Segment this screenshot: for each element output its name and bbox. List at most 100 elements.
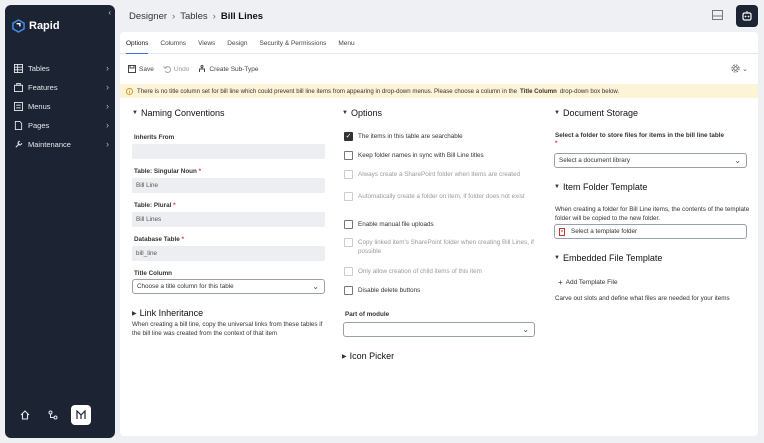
add-label: Add Template File — [565, 279, 618, 286]
tab-bar: Options Columns Views Design Security & … — [120, 32, 758, 54]
caret-right-icon: ▶ — [342, 353, 347, 360]
checkbox — [344, 267, 353, 276]
menu-icon — [14, 102, 23, 111]
sidebar-item-maintenance[interactable]: Maintenance › — [5, 135, 115, 154]
assistant-button[interactable] — [736, 5, 758, 27]
collapse-sidebar-icon[interactable]: ‹ — [108, 8, 111, 17]
sidebar-item-tables[interactable]: Tables › — [5, 59, 115, 78]
chevron-right-icon: › — [106, 82, 109, 92]
sidebar-item-label: Pages — [28, 121, 50, 130]
required-marker: * — [181, 236, 184, 243]
label-text: Table: Singular Noun — [134, 168, 197, 175]
undo-label: Undo — [173, 65, 190, 73]
warning-text: There is no title column set for bill li… — [137, 87, 518, 95]
title-column-select[interactable]: Choose a title column for this table ⌄ — [132, 279, 325, 294]
features-icon — [14, 83, 23, 92]
sidebar-item-label: Menus — [28, 102, 51, 111]
checkbox — [344, 170, 353, 179]
chevron-down-icon: ⌄ — [742, 65, 748, 73]
label-text: Database Table — [134, 236, 180, 243]
chevron-down-icon: ⌄ — [734, 156, 741, 165]
checkbox-label: Disable delete buttons — [358, 287, 421, 294]
checkbox-label: Always create a SharePoint folder when i… — [358, 171, 521, 178]
tab-security-permissions[interactable]: Security & Permissions — [260, 32, 327, 54]
section-title: Icon Picker — [349, 351, 395, 361]
warning-banner: There is no title column set for bill li… — [120, 84, 758, 98]
tab-columns[interactable]: Columns — [160, 32, 186, 54]
checkbox — [344, 192, 353, 201]
workflow-icon — [48, 410, 58, 420]
tab-options[interactable]: Options — [126, 32, 149, 54]
checkbox-label: Only allow creation of child items of th… — [358, 268, 482, 275]
main-panel: Options Columns Views Design Security & … — [120, 32, 758, 436]
embedded-file-template-header[interactable]: ▼ Embedded File Template — [554, 253, 662, 263]
checkbox[interactable] — [344, 220, 353, 229]
database-table-field[interactable]: bill_line — [132, 246, 325, 261]
add-template-file-button[interactable]: + Add Template File — [558, 278, 618, 287]
checkbox-label: Enable manual file uploads — [358, 221, 434, 228]
checkbox[interactable] — [344, 286, 353, 295]
option-folder-sync[interactable]: Keep folder names in sync with Bill Line… — [344, 151, 539, 160]
link-inheritance-description: When creating a bill line, copy the univ… — [132, 321, 323, 337]
undo-button[interactable]: Undo — [162, 65, 190, 73]
home-button[interactable] — [15, 405, 35, 425]
breadcrumb-separator-icon: › — [212, 10, 216, 22]
caret-down-icon: ▼ — [554, 110, 560, 116]
create-subtype-button[interactable]: Create Sub-Type — [198, 65, 259, 73]
required-marker: * — [555, 140, 558, 147]
option-child-items-only: Only allow creation of child items of th… — [344, 267, 539, 276]
part-of-module-select[interactable]: ⌄ — [343, 322, 535, 337]
section-title: Document Storage — [562, 108, 638, 118]
template-folder-select[interactable]: Select a template folder — [554, 224, 747, 239]
chevron-down-icon: ⌄ — [522, 325, 529, 334]
toolbar: Save Undo Create Sub-Type ⌄ — [120, 61, 758, 77]
checkbox-label: Automatically create a folder on item, i… — [358, 193, 525, 200]
tab-design[interactable]: Design — [227, 32, 247, 54]
document-library-select[interactable]: Select a document library ⌄ — [554, 153, 747, 168]
gear-icon — [731, 64, 740, 73]
workflow-button[interactable] — [43, 405, 63, 425]
designer-icon — [76, 410, 86, 419]
sidebar-item-pages[interactable]: Pages › — [5, 116, 115, 135]
singular-noun-field[interactable]: Bill Line — [132, 178, 325, 193]
rapid-logo-icon — [12, 19, 25, 33]
checkbox-label: The items in this table are searchable — [358, 133, 463, 140]
options-header[interactable]: ▼ Options — [342, 108, 382, 118]
breadcrumb-tables[interactable]: Tables — [180, 11, 207, 22]
checkbox[interactable] — [344, 151, 353, 160]
naming-conventions-header[interactable]: ▼ Naming Conventions — [132, 108, 225, 118]
link-inheritance-header[interactable]: ▶ Link Inheritance — [132, 308, 203, 318]
required-marker: * — [198, 168, 202, 175]
sidebar-item-menus[interactable]: Menus › — [5, 97, 115, 116]
sidebar: ‹ Rapid Tables › Features › Menus › Page… — [5, 5, 115, 438]
embedded-file-description: Carve out slots and define what files ar… — [555, 295, 730, 302]
option-searchable[interactable]: The items in this table are searchable — [344, 132, 539, 141]
title-column-label: Title Column — [134, 270, 173, 277]
window-icon[interactable] — [712, 10, 723, 20]
settings-menu-button[interactable]: ⌄ — [731, 64, 748, 73]
sidebar-item-features[interactable]: Features › — [5, 78, 115, 97]
breadcrumb: Designer › Tables › Bill Lines — [120, 11, 263, 22]
document-storage-header[interactable]: ▼ Document Storage — [554, 108, 638, 118]
breadcrumb-designer[interactable]: Designer — [129, 11, 167, 22]
plural-field[interactable]: Bill Lines — [132, 212, 325, 227]
section-title: Link Inheritance — [139, 308, 204, 318]
item-folder-template-header[interactable]: ▼ Item Folder Template — [554, 182, 647, 192]
tab-views[interactable]: Views — [198, 32, 215, 54]
section-title: Options — [350, 108, 382, 118]
option-disable-delete[interactable]: Disable delete buttons — [344, 286, 539, 295]
option-manual-uploads[interactable]: Enable manual file uploads — [344, 220, 539, 229]
sidebar-bottom-actions — [15, 405, 91, 425]
save-button[interactable]: Save — [128, 65, 154, 73]
chevron-right-icon: › — [106, 63, 109, 73]
chevron-right-icon: › — [106, 120, 109, 130]
designer-button[interactable] — [71, 405, 91, 425]
caret-down-icon: ▼ — [132, 110, 138, 116]
save-label: Save — [139, 65, 154, 73]
caret-down-icon: ▼ — [554, 184, 560, 190]
tab-menu[interactable]: Menu — [338, 32, 354, 54]
icon-picker-header[interactable]: ▶ Icon Picker — [342, 351, 394, 361]
checkbox[interactable] — [344, 132, 353, 141]
sidebar-nav: Tables › Features › Menus › Pages › Main… — [5, 59, 115, 154]
home-icon — [20, 410, 30, 420]
